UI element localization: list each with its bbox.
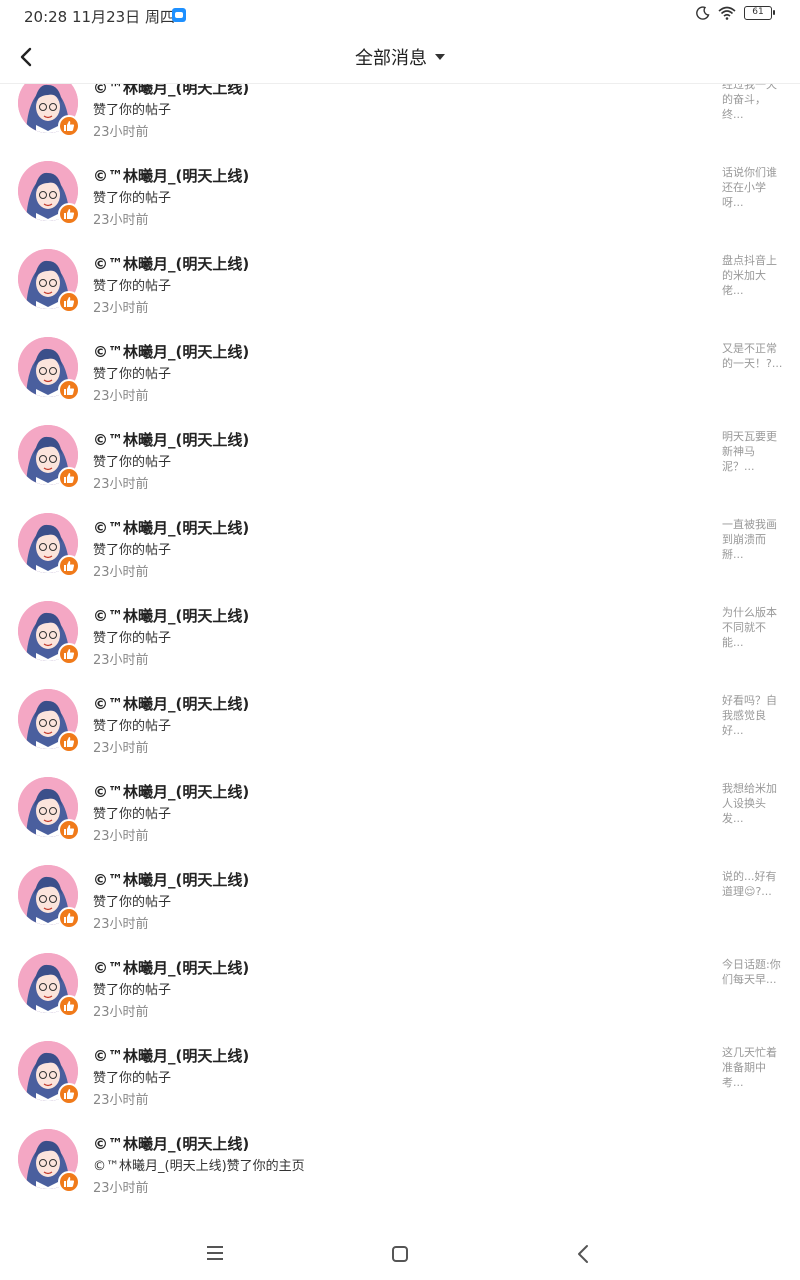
thumbs-up-icon: [58, 555, 80, 577]
message-list[interactable]: ©™林曦月_(明天上线) 赞了你的帖子 23小时前 经过我一天的奋斗，终... …: [0, 84, 800, 1228]
sender-name[interactable]: ©™林曦月_(明天上线): [93, 605, 249, 626]
sender-name[interactable]: ©™林曦月_(明天上线): [93, 1133, 249, 1154]
sender-name[interactable]: ©™林曦月_(明天上线): [93, 165, 249, 186]
header-bar: 全部消息: [0, 30, 800, 84]
post-preview[interactable]: 盘点抖音上的米加大佬...: [722, 253, 786, 298]
sender-name[interactable]: ©™林曦月_(明天上线): [93, 341, 249, 362]
sender-name[interactable]: ©™林曦月_(明天上线): [93, 693, 249, 714]
moon-icon: [696, 6, 710, 20]
system-nav-bar: [0, 1228, 800, 1280]
message-action: ©™林曦月_(明天上线)赞了你的主页: [93, 1159, 305, 1174]
message-action: 赞了你的帖子: [93, 895, 172, 910]
menu-icon[interactable]: [204, 1243, 226, 1263]
message-action: 赞了你的帖子: [93, 103, 172, 118]
message-action: 赞了你的帖子: [93, 807, 172, 822]
sender-name[interactable]: ©™林曦月_(明天上线): [93, 869, 249, 890]
thumbs-up-icon: [58, 1083, 80, 1105]
message-item[interactable]: ©™林曦月_(明天上线) 赞了你的帖子 23小时前 为什么版本不同就不能...: [0, 575, 800, 668]
message-item[interactable]: ©™林曦月_(明天上线) 赞了你的帖子 23小时前 好看吗？自我感觉良好...: [0, 663, 800, 756]
post-preview[interactable]: 一直被我画到崩溃而掰...: [722, 517, 786, 562]
post-preview[interactable]: 话说你们谁还在小学呀...: [722, 165, 786, 210]
sender-name[interactable]: ©™林曦月_(明天上线): [93, 429, 249, 450]
message-item[interactable]: ©™林曦月_(明天上线) 赞了你的帖子 23小时前 一直被我画到崩溃而掰...: [0, 487, 800, 580]
status-time: 20:28 11月23日 周四: [24, 8, 175, 26]
post-preview[interactable]: 说的...好有道理😌?...: [722, 869, 786, 899]
thumbs-up-icon: [58, 819, 80, 841]
message-action: 赞了你的帖子: [93, 279, 172, 294]
status-bar: 20:28 11月23日 周四 61: [0, 0, 800, 30]
message-action: 赞了你的帖子: [93, 1071, 172, 1086]
thumbs-up-icon: [58, 203, 80, 225]
message-item[interactable]: ©™林曦月_(明天上线) 赞了你的帖子 23小时前 说的...好有道理😌?...: [0, 839, 800, 932]
thumbs-up-icon: [58, 291, 80, 313]
post-preview[interactable]: 经过我一天的奋斗，终...: [722, 84, 786, 122]
sender-name[interactable]: ©™林曦月_(明天上线): [93, 253, 249, 274]
message-action: 赞了你的帖子: [93, 631, 172, 646]
post-preview[interactable]: 好看吗？自我感觉良好...: [722, 693, 786, 738]
thumbs-up-icon: [58, 379, 80, 401]
status-icons: 61: [696, 6, 775, 20]
thumbs-up-icon: [58, 907, 80, 929]
message-item[interactable]: ©™林曦月_(明天上线) 赞了你的帖子 23小时前 明天瓦要更新神马泥？...: [0, 399, 800, 492]
message-item[interactable]: ©™林曦月_(明天上线) ©™林曦月_(明天上线)赞了你的主页 23小时前: [0, 1103, 800, 1196]
thumbs-up-icon: [58, 643, 80, 665]
message-app-icon: [172, 8, 186, 22]
back-triangle-icon[interactable]: [572, 1242, 596, 1266]
message-action: 赞了你的帖子: [93, 367, 172, 382]
post-preview[interactable]: 这几天忙着准备期中考...: [722, 1045, 786, 1090]
thumbs-up-icon: [58, 995, 80, 1017]
message-action: 赞了你的帖子: [93, 543, 172, 558]
message-action: 赞了你的帖子: [93, 983, 172, 998]
thumbs-up-icon: [58, 1171, 80, 1193]
home-square-icon[interactable]: [388, 1242, 412, 1266]
message-item[interactable]: ©™林曦月_(明天上线) 赞了你的帖子 23小时前 又是不正常的一天！?...: [0, 311, 800, 404]
message-item[interactable]: ©™林曦月_(明天上线) 赞了你的帖子 23小时前 盘点抖音上的米加大佬...: [0, 223, 800, 316]
battery-icon: 61: [744, 6, 775, 20]
message-item[interactable]: ©™林曦月_(明天上线) 赞了你的帖子 23小时前 这几天忙着准备期中考...: [0, 1015, 800, 1108]
post-preview[interactable]: 我想给米加人设换头发...: [722, 781, 786, 826]
sender-name[interactable]: ©™林曦月_(明天上线): [93, 84, 249, 98]
post-preview[interactable]: 又是不正常的一天！?...: [722, 341, 786, 371]
message-item[interactable]: ©™林曦月_(明天上线) 赞了你的帖子 23小时前 我想给米加人设换头发...: [0, 751, 800, 844]
wifi-icon: [718, 6, 736, 20]
message-item[interactable]: ©™林曦月_(明天上线) 赞了你的帖子 23小时前 今日话题:你们每天早...: [0, 927, 800, 1020]
thumbs-up-icon: [58, 115, 80, 137]
page-title: 全部消息: [355, 48, 427, 69]
message-list-inner: ©™林曦月_(明天上线) 赞了你的帖子 23小时前 经过我一天的奋斗，终... …: [0, 84, 800, 1196]
message-item[interactable]: ©™林曦月_(明天上线) 赞了你的帖子 23小时前 话说你们谁还在小学呀...: [0, 135, 800, 228]
sender-name[interactable]: ©™林曦月_(明天上线): [93, 517, 249, 538]
thumbs-up-icon: [58, 467, 80, 489]
message-action: 赞了你的帖子: [93, 191, 172, 206]
message-filter-dropdown[interactable]: 全部消息: [0, 44, 800, 70]
message-action: 赞了你的帖子: [93, 719, 172, 734]
message-time: 23小时前: [93, 1181, 149, 1196]
post-preview[interactable]: 今日话题:你们每天早...: [722, 957, 786, 987]
sender-name[interactable]: ©™林曦月_(明天上线): [93, 781, 249, 802]
chevron-down-icon: [435, 54, 445, 60]
thumbs-up-icon: [58, 731, 80, 753]
message-action: 赞了你的帖子: [93, 455, 172, 470]
sender-name[interactable]: ©™林曦月_(明天上线): [93, 957, 249, 978]
post-preview[interactable]: 明天瓦要更新神马泥？...: [722, 429, 786, 474]
sender-name[interactable]: ©™林曦月_(明天上线): [93, 1045, 249, 1066]
message-item[interactable]: ©™林曦月_(明天上线) 赞了你的帖子 23小时前 经过我一天的奋斗，终...: [0, 84, 800, 140]
post-preview[interactable]: 为什么版本不同就不能...: [722, 605, 786, 650]
